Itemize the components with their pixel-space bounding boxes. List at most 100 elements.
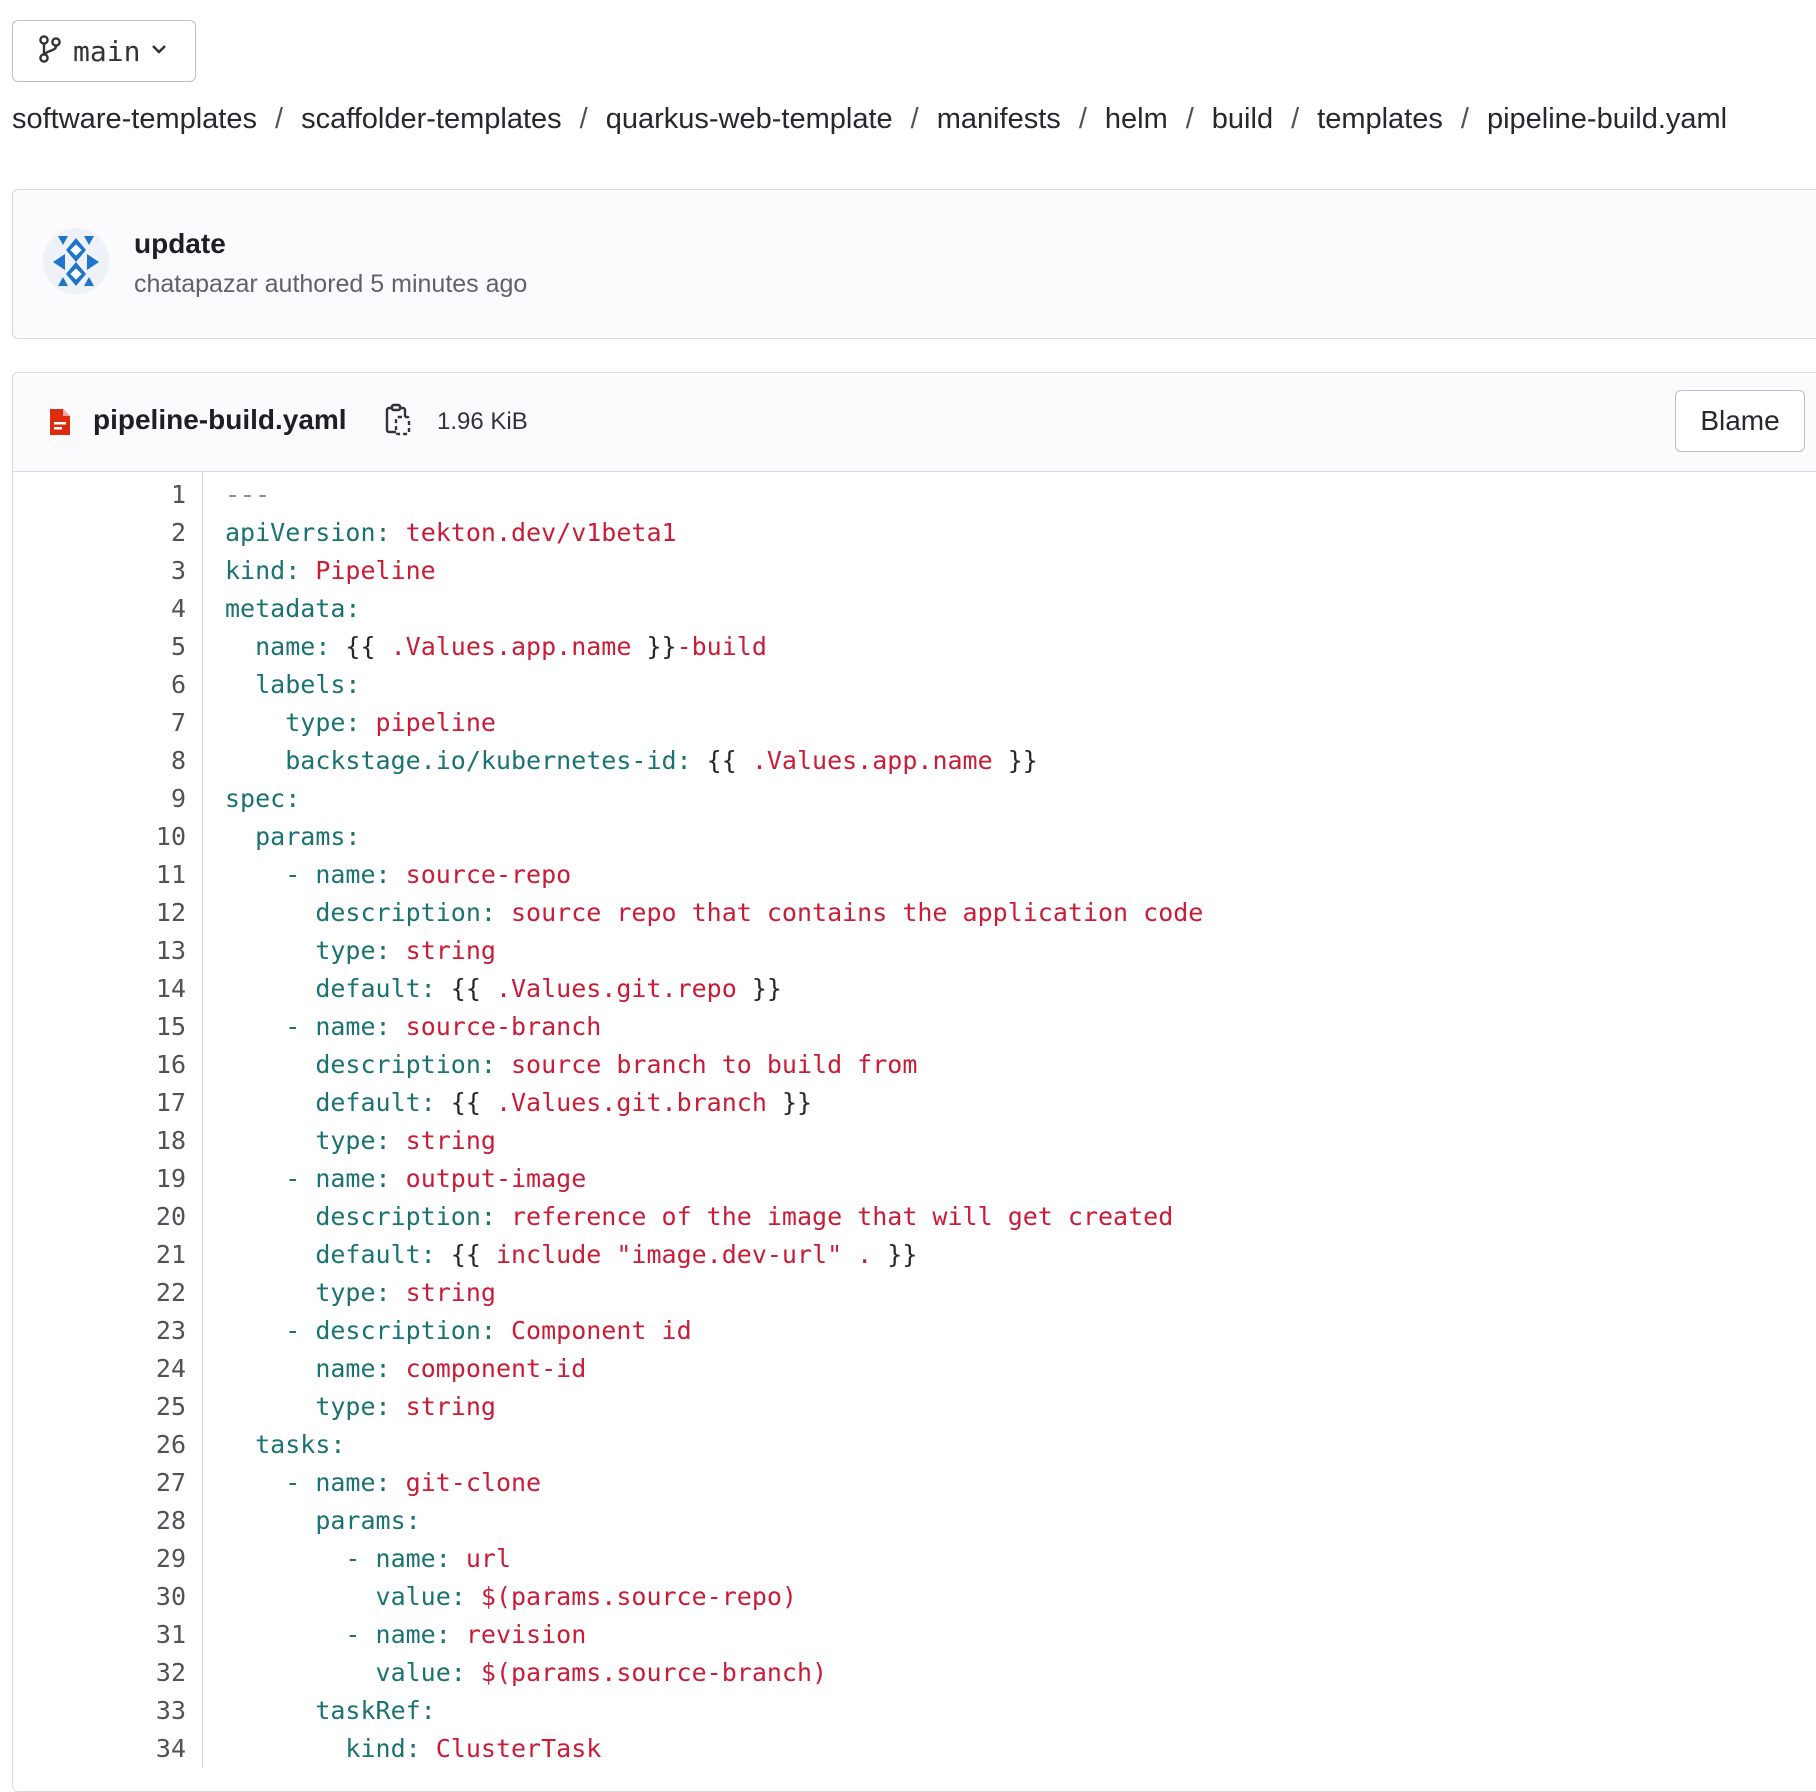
line-number[interactable]: 24 [13,1350,202,1388]
line-number[interactable]: 7 [13,704,202,742]
yaml-key: kind: [345,1734,421,1763]
line-number[interactable]: 4 [13,590,202,628]
line-number[interactable]: 12 [13,894,202,932]
yaml-key: labels: [255,670,361,699]
code-line: name: {{ .Values.app.name }}-build [225,628,1203,666]
code-line: description: source branch to build from [225,1046,1203,1084]
code-content: --- apiVersion: tekton.dev/v1beta1 kind: P… [203,472,1203,1768]
yaml-key: description: [315,1202,496,1231]
line-number[interactable]: 19 [13,1160,202,1198]
yaml-value: source-branch [405,1012,602,1041]
breadcrumb-item[interactable]: manifests [937,103,1061,136]
file-header: pipeline-build.yaml 1.96 KiB Blame [13,373,1816,472]
line-number[interactable]: 1 [13,476,202,514]
code-line: type: string [225,1388,1203,1426]
breadcrumb-item[interactable]: templates [1317,103,1443,136]
code-line: labels: [225,666,1203,704]
breadcrumb-separator: / [1185,103,1194,135]
code-line: type: string [225,1274,1203,1312]
line-number[interactable]: 29 [13,1540,202,1578]
code-text: }} [872,1240,918,1269]
line-number[interactable]: 13 [13,932,202,970]
line-number[interactable]: 34 [13,1730,202,1768]
yaml-value: revision [465,1620,587,1649]
breadcrumb-item[interactable]: helm [1105,103,1168,136]
code-line: params: [225,1502,1203,1540]
yaml-key: type: [315,936,391,965]
breadcrumb: software-templates / scaffolder-template… [12,103,1727,136]
line-number[interactable]: 9 [13,780,202,818]
line-number[interactable]: 32 [13,1654,202,1692]
line-number[interactable]: 26 [13,1426,202,1464]
line-number[interactable]: 16 [13,1046,202,1084]
line-number[interactable]: 20 [13,1198,202,1236]
code-line: tasks: [225,1426,1203,1464]
yaml-key: type: [315,1392,391,1421]
code-line: name: component-id [225,1350,1203,1388]
breadcrumb-item[interactable]: scaffolder-templates [301,103,562,136]
line-number[interactable]: 8 [13,742,202,780]
line-number[interactable]: 15 [13,1008,202,1046]
yaml-key: taskRef: [315,1696,436,1725]
line-number[interactable]: 31 [13,1616,202,1654]
breadcrumb-item[interactable]: quarkus-web-template [606,103,893,136]
line-number[interactable]: 18 [13,1122,202,1160]
breadcrumb-item[interactable]: build [1212,103,1273,136]
code-line: kind: ClusterTask [225,1730,1203,1768]
line-number[interactable]: 14 [13,970,202,1008]
line-number[interactable]: 2 [13,514,202,552]
line-number[interactable]: 22 [13,1274,202,1312]
breadcrumb-current: pipeline-build.yaml [1486,103,1728,135]
yaml-value: reference of the image that will get cre… [511,1202,1174,1231]
yaml-value: $(params.source-repo) [480,1582,797,1611]
yaml-key: - name: [345,1620,451,1649]
line-number[interactable]: 23 [13,1312,202,1350]
yaml-key: default: [315,1088,436,1117]
code-area: 1 2 3 4 5 6 7 8 9 10 11 12 13 14 15 16 17 18 19 20 21 22 23 24 2… [13,472,1816,1768]
breadcrumb-item[interactable]: software-templates [12,103,257,136]
line-number[interactable]: 33 [13,1692,202,1730]
line-number[interactable]: 6 [13,666,202,704]
line-number[interactable]: 25 [13,1388,202,1426]
line-number[interactable]: 5 [13,628,202,666]
breadcrumb-separator: / [275,103,284,135]
line-number[interactable]: 28 [13,1502,202,1540]
line-number[interactable]: 17 [13,1084,202,1122]
line-number[interactable]: 21 [13,1236,202,1274]
blame-button[interactable]: Blame [1675,390,1805,452]
code-line: --- [225,476,1203,514]
branch-selector-button[interactable]: main [12,20,196,82]
code-text: {{ [330,632,391,661]
line-number[interactable]: 3 [13,552,202,590]
line-number[interactable]: 30 [13,1578,202,1616]
copy-path-icon[interactable] [383,401,413,444]
yaml-key: default: [315,1240,436,1269]
code-line: - description: Component id [225,1312,1203,1350]
yaml-key: type: [315,1278,391,1307]
commit-title[interactable]: update [134,228,226,260]
line-number[interactable]: 10 [13,818,202,856]
line-number[interactable]: 27 [13,1464,202,1502]
code-line: value: $(params.source-branch) [225,1654,1203,1692]
line-number[interactable]: 11 [13,856,202,894]
code-line: type: pipeline [225,704,1203,742]
yaml-value: url [465,1544,511,1573]
avatar[interactable] [43,228,109,294]
